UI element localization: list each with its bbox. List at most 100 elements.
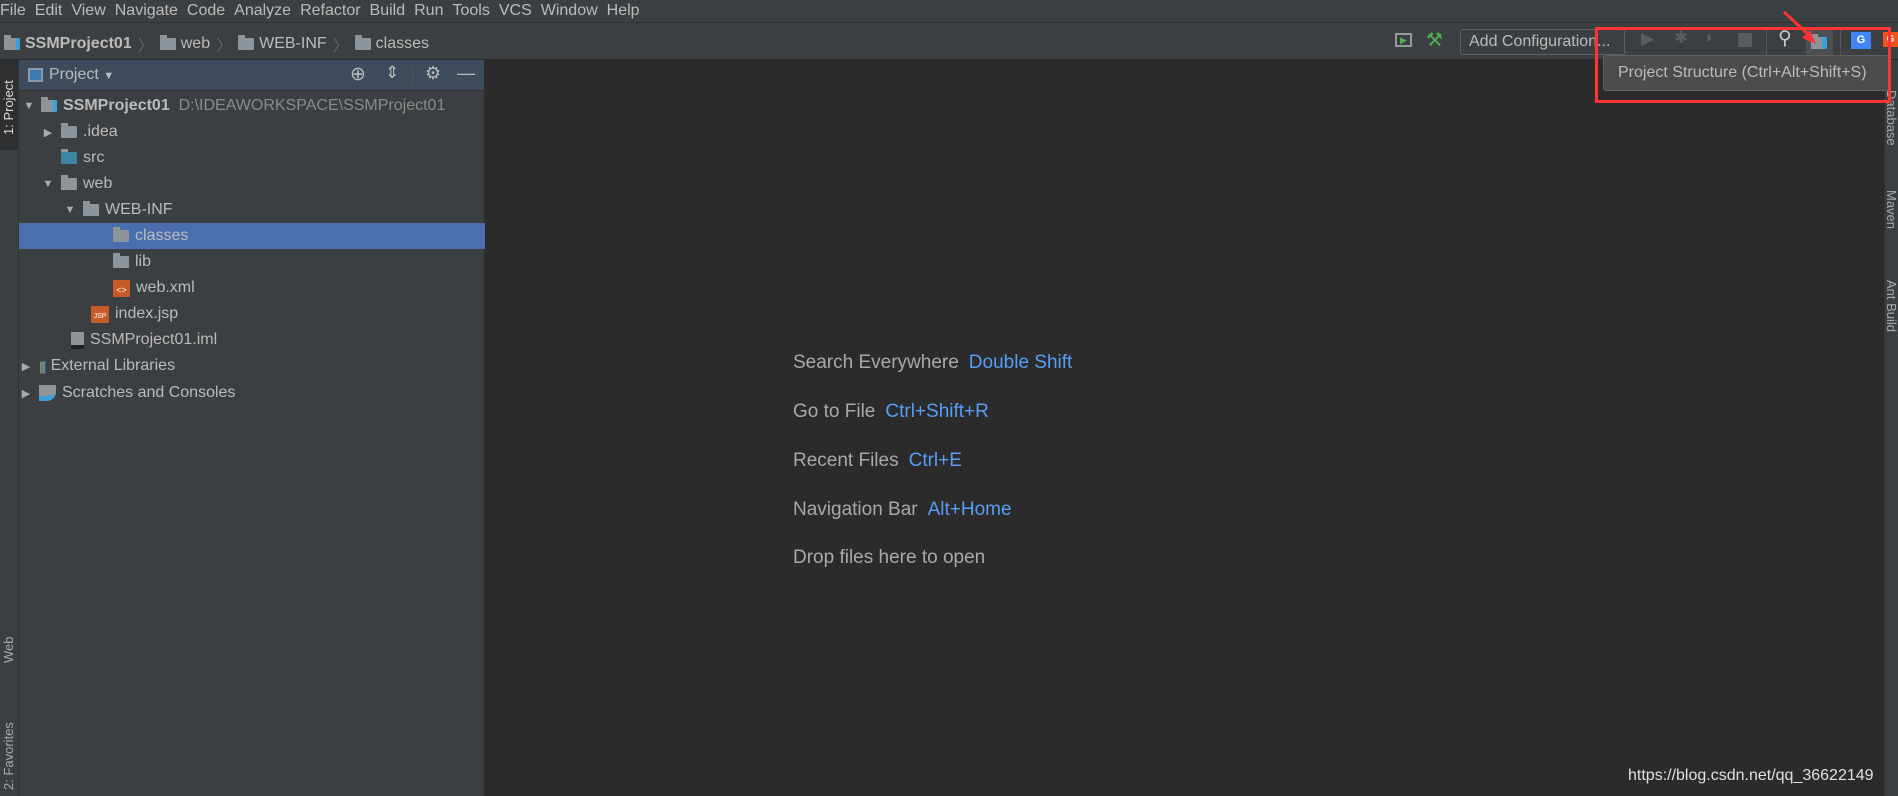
- menu-tools[interactable]: Tools: [452, 0, 498, 22]
- hint-shortcut: Ctrl+Shift+R: [885, 401, 989, 422]
- tree-label: classes: [135, 227, 189, 244]
- hint-label: Drop files here to open: [793, 547, 986, 568]
- tree-item-web-xml[interactable]: <> web.xml: [19, 275, 485, 301]
- separator: [412, 65, 413, 86]
- left-tool-strip: 1: Project Web 2: Favorites: [0, 60, 19, 796]
- hint-label: Go to File: [793, 401, 876, 422]
- breadcrumb-classes[interactable]: classes: [354, 35, 429, 53]
- tree-item-index-jsp[interactable]: JSP index.jsp: [19, 301, 485, 327]
- tree-item-idea[interactable]: ▶ .idea: [19, 119, 485, 145]
- breadcrumb-label: SSMProject01: [25, 35, 132, 52]
- iml-file-icon: [71, 331, 84, 349]
- folder-icon: [83, 201, 99, 216]
- build-hammer-icon[interactable]: ⚒: [1426, 29, 1443, 52]
- highlight-box: [1595, 27, 1891, 103]
- breadcrumb-web-inf[interactable]: WEB-INF: [238, 35, 327, 53]
- hint-shortcut: Alt+Home: [927, 499, 1012, 520]
- breadcrumb-label: WEB-INF: [259, 35, 327, 52]
- folder-icon: [113, 227, 129, 242]
- menu-vcs[interactable]: VCS: [499, 0, 541, 22]
- hint-recent-files: Recent Files Ctrl+E: [793, 450, 962, 472]
- hint-search-everywhere: Search Everywhere Double Shift: [793, 352, 1072, 374]
- libraries-icon: ||||: [39, 358, 47, 374]
- menu-help[interactable]: Help: [607, 0, 649, 22]
- hint-label: Recent Files: [793, 450, 899, 471]
- module-icon: [41, 97, 57, 112]
- tree-label: web: [83, 175, 113, 192]
- menu-file[interactable]: File: [0, 0, 35, 22]
- hint-shortcut: Double Shift: [968, 352, 1073, 373]
- menu-edit[interactable]: Edit: [35, 0, 72, 22]
- hide-icon[interactable]: —: [457, 63, 475, 84]
- tree-label: Scratches and Consoles: [62, 384, 236, 401]
- tree-path: D:\IDEAWORKSPACE\SSMProject01: [178, 97, 446, 114]
- tree-label: .idea: [83, 123, 118, 140]
- tree-label: web.xml: [136, 279, 195, 296]
- collapse-all-icon[interactable]: ⇕: [385, 63, 399, 83]
- hint-go-to-file: Go to File Ctrl+Shift+R: [793, 401, 989, 423]
- tree-item-scratches[interactable]: ▶ Scratches and Consoles: [19, 380, 485, 406]
- right-tool-strip: Database Maven Ant Build: [1884, 60, 1898, 796]
- chevron-down-icon: ▼: [103, 70, 115, 82]
- folder-icon: [354, 35, 371, 50]
- scratches-icon: [39, 385, 56, 401]
- hint-label: Navigation Bar: [793, 499, 918, 520]
- menu-analyze[interactable]: Analyze: [234, 0, 300, 22]
- tree-item-external-libraries[interactable]: ▶ |||| External Libraries: [19, 353, 485, 379]
- folder-icon: [113, 253, 129, 268]
- project-folder-icon: [4, 35, 20, 50]
- terminal-icon[interactable]: ▶: [1395, 33, 1412, 47]
- source-folder-icon: [61, 149, 77, 164]
- menu-run[interactable]: Run: [414, 0, 452, 22]
- xml-file-icon: <>: [113, 279, 130, 297]
- panel-title: Project: [49, 66, 99, 83]
- breadcrumb: SSMProject01 〉 web 〉 WEB-INF 〉 classes: [4, 32, 435, 56]
- annotation-arrow-icon: [1782, 10, 1816, 44]
- project-panel-header: Project ▼ ⊕ ⇕ ⚙ —: [19, 60, 484, 91]
- hint-navigation-bar: Navigation Bar Alt+Home: [793, 499, 1012, 521]
- folder-icon: [61, 123, 77, 138]
- expand-arrow-icon[interactable]: ▼: [41, 178, 55, 190]
- hint-drop-files: Drop files here to open: [793, 547, 985, 569]
- tree-item-lib[interactable]: lib: [19, 249, 485, 275]
- breadcrumb-label: web: [180, 35, 211, 52]
- hint-label: Search Everywhere: [793, 352, 959, 373]
- menu-view[interactable]: View: [71, 0, 114, 22]
- tool-tab-favorites[interactable]: 2: Favorites: [1, 722, 16, 790]
- expand-arrow-icon[interactable]: ▶: [19, 360, 33, 373]
- tree-label: lib: [135, 253, 152, 270]
- menu-bar: File Edit View Navigate Code Analyze Ref…: [0, 0, 1898, 23]
- expand-arrow-icon[interactable]: ▼: [63, 204, 77, 216]
- menu-window[interactable]: Window: [541, 0, 607, 22]
- project-view-icon: [28, 68, 43, 82]
- menu-refactor[interactable]: Refactor: [300, 0, 369, 22]
- menu-build[interactable]: Build: [370, 0, 415, 22]
- tree-item-web[interactable]: ▼ web: [19, 171, 485, 197]
- tree-item-web-inf[interactable]: ▼ WEB-INF: [19, 197, 485, 223]
- breadcrumb-project[interactable]: SSMProject01: [4, 35, 132, 53]
- gear-icon[interactable]: ⚙: [425, 63, 441, 84]
- tree-label: index.jsp: [115, 305, 179, 322]
- web-folder-icon: [159, 35, 176, 50]
- expand-arrow-icon[interactable]: ▶: [19, 387, 33, 400]
- tool-tab-web[interactable]: Web: [1, 637, 16, 664]
- tree-label: src: [83, 149, 105, 166]
- tool-tab-ant-build[interactable]: Ant Build: [1884, 280, 1898, 332]
- project-panel: Project ▼ ⊕ ⇕ ⚙ — ▼ SSMProject01 D:\IDEAW…: [19, 60, 485, 796]
- watermark: https://blog.csdn.net/qq_36622149: [1628, 767, 1874, 784]
- tree-label: WEB-INF: [105, 201, 173, 218]
- menu-navigate[interactable]: Navigate: [115, 0, 187, 22]
- tool-tab-project-label[interactable]: 1: Project: [1, 80, 16, 135]
- tree-item-root[interactable]: ▼ SSMProject01 D:\IDEAWORKSPACE\SSMProjec…: [19, 93, 485, 119]
- tool-tab-maven[interactable]: Maven: [1884, 190, 1898, 229]
- breadcrumb-web[interactable]: web: [159, 35, 211, 53]
- expand-arrow-icon[interactable]: ▶: [41, 126, 55, 139]
- web-folder-icon: [61, 175, 77, 190]
- tree-item-src[interactable]: src: [19, 145, 485, 171]
- menu-code[interactable]: Code: [187, 0, 234, 22]
- tree-item-iml[interactable]: SSMProject01.iml: [19, 327, 485, 353]
- tree-item-classes[interactable]: classes: [19, 223, 485, 249]
- expand-arrow-icon[interactable]: ▼: [22, 100, 36, 112]
- locate-icon[interactable]: ⊕: [350, 63, 366, 86]
- project-view-selector[interactable]: Project ▼: [49, 66, 114, 84]
